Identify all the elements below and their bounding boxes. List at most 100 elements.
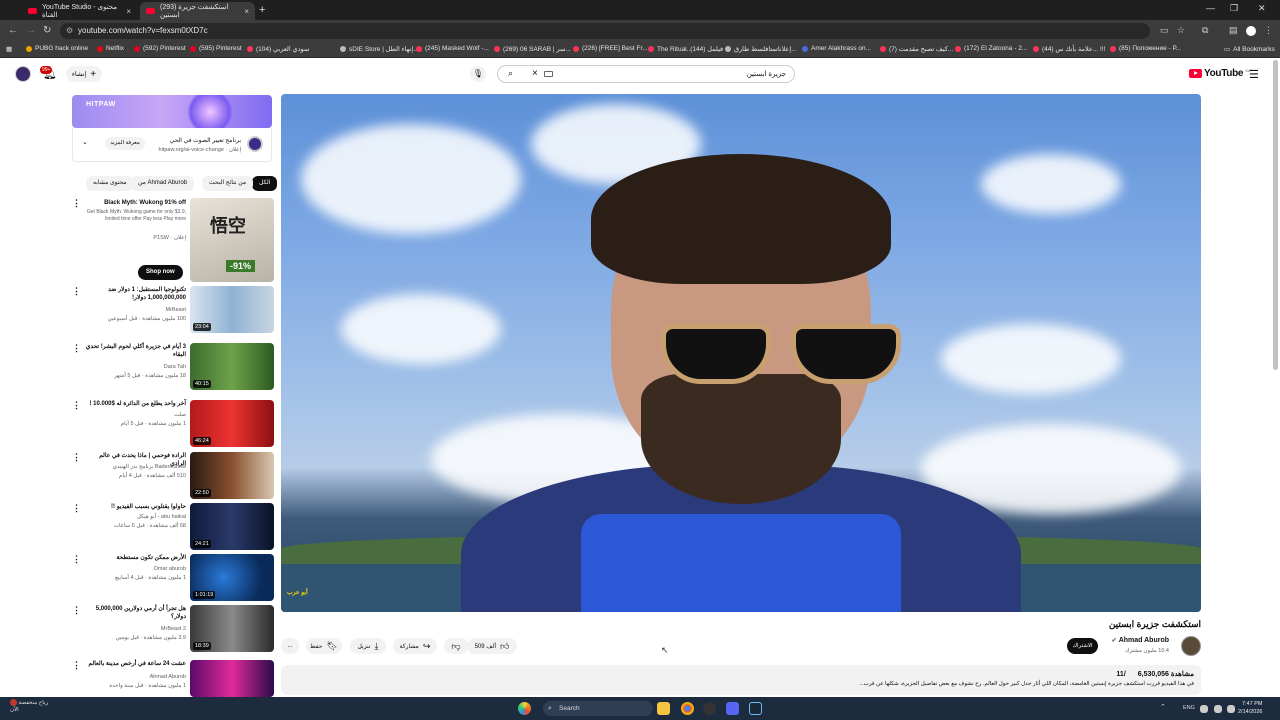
video-title[interactable]: عشت 24 ساعة في أرخص مدينة بالعالم <box>84 660 186 668</box>
clear-search-icon[interactable]: × <box>532 68 538 79</box>
video-thumbnail[interactable]: 1:01:19 <box>190 554 274 601</box>
channel-name[interactable]: MrBeast <box>166 307 186 313</box>
page-scrollbar[interactable] <box>1273 60 1278 370</box>
more-options-icon[interactable]: ⋮ <box>72 400 81 411</box>
description-box[interactable]: 11/ 6,530,056 مشاهدة في هذا الفيديو قررت… <box>281 665 1201 695</box>
bookmark-item[interactable]: (172) El Zatoona - 2... <box>955 45 1027 52</box>
like-button[interactable]: 509 ألف 👍︎ <box>467 638 517 654</box>
bookmark-item[interactable]: (7) كيف تصبح مقدمت... <box>880 45 953 53</box>
input-language[interactable]: ENG <box>1183 705 1195 711</box>
tab-current-video[interactable]: (293) استكشفت جزيرة ابستين × <box>140 2 255 20</box>
ad-banner-image[interactable]: HITPAW <box>72 95 272 128</box>
battery-icon[interactable] <box>1227 705 1235 713</box>
site-info-icon[interactable]: ⚙ <box>66 23 73 39</box>
list-item[interactable]: 23:04 ⋮ تكنولوجيا المستقبل: 1 دولار ضد 1… <box>70 286 274 334</box>
list-item[interactable]: 24:21 ⋮ حاولوا يقتلوني بسبب الفيديو !! a… <box>70 503 274 551</box>
share-button[interactable]: مشاركة ↪ <box>393 638 437 654</box>
list-item[interactable]: 18:39 ⋮ هل تجرأ أن أرمي دولارين 5,000,00… <box>70 605 274 653</box>
more-options-icon[interactable]: ⋮ <box>72 605 81 616</box>
extensions-icon[interactable]: ⧉ <box>1202 25 1208 36</box>
video-thumbnail[interactable]: 悟空 -91% <box>190 198 274 282</box>
profile-icon[interactable] <box>1246 26 1256 36</box>
dislike-button[interactable]: 👎︎ <box>444 638 468 654</box>
file-explorer-icon[interactable] <box>657 702 670 715</box>
list-item[interactable]: 46:24 ⋮ آخر واحد يطلع من الدائرة له $10.… <box>70 400 274 448</box>
video-title[interactable]: Black Myth: Wukong 91% off <box>84 199 186 207</box>
shop-now-button[interactable]: Shop now <box>138 265 183 280</box>
video-thumbnail[interactable]: 24:21 <box>190 503 274 550</box>
chip-related[interactable]: محتوى مشابه <box>86 176 134 191</box>
learn-more-button[interactable]: معرفة المزيد <box>105 137 145 150</box>
cast-icon[interactable]: ▭ <box>1160 25 1169 36</box>
start-button-icon[interactable] <box>518 702 531 715</box>
chip-from-search[interactable]: من نتائج البحث <box>202 176 254 191</box>
browser-menu-icon[interactable]: ⋮ <box>1264 25 1273 36</box>
video-thumbnail[interactable]: 23:04 <box>190 286 274 333</box>
bookmark-item[interactable]: Netflix <box>97 45 124 52</box>
bookmark-item[interactable]: (595) Pinterest <box>190 45 242 52</box>
video-title[interactable]: 3 أيام في جزيرة أكلي لحوم البشر! تحدي ال… <box>84 343 186 359</box>
youtube-logo[interactable]: YouTube SA <box>1189 68 1251 79</box>
bookmark-item[interactable]: (245) Masked Wolf -... <box>416 45 489 52</box>
chip-all[interactable]: الكل <box>252 176 278 191</box>
more-options-icon[interactable]: ⋮ <box>72 554 81 565</box>
bookmark-item[interactable]: Amer Alakhrass on... <box>802 45 871 52</box>
bookmark-item[interactable]: (44) علامة بأنك س... !!! <box>1033 45 1105 53</box>
url-field[interactable]: ⚙ youtube.com/watch?v=fexsm0tXD7c <box>60 23 1150 39</box>
video-title[interactable]: آخر واحد يطلع من الدائرة له $10.000 ! <box>84 400 186 408</box>
more-options-icon[interactable]: ⋮ <box>72 452 81 463</box>
channel-name[interactable]: Ahmad Aburob <box>150 674 186 680</box>
wifi-icon[interactable] <box>1200 705 1208 713</box>
chip-from-channel[interactable]: من Ahmad Aburob <box>131 176 195 191</box>
bookmark-item[interactable]: sDIE Store | إنهاء الطل... <box>340 45 419 53</box>
channel-name[interactable]: BadersShow برنامج بدر الهنيدي <box>113 464 186 470</box>
search-input[interactable]: ⌕ × جزيرة ابستين <box>497 65 795 83</box>
download-button[interactable]: تنزيل ⤓ <box>350 638 386 654</box>
sidebar-icon[interactable]: ▤ <box>1229 25 1238 36</box>
hamburger-menu-icon[interactable]: ☰ <box>1249 68 1259 81</box>
save-button[interactable]: حفظ 🔖︎ <box>306 638 342 654</box>
bookmark-item[interactable]: The Ritual..فيلمل (144) <box>648 45 723 53</box>
reload-icon[interactable]: ↻ <box>43 25 51 36</box>
account-avatar[interactable] <box>15 66 31 82</box>
restore-icon[interactable]: ❐ <box>1230 3 1238 14</box>
chrome-icon[interactable] <box>681 702 694 715</box>
steam-icon[interactable] <box>749 702 762 715</box>
taskbar-search[interactable]: ⌕ Search <box>543 701 653 716</box>
bookmark-item[interactable]: (592) Pinterest <box>134 45 186 52</box>
volume-icon[interactable] <box>1214 705 1222 713</box>
video-thumbnail[interactable]: 46:24 <box>190 400 274 447</box>
back-icon[interactable]: ← <box>8 25 18 36</box>
ad-list-item[interactable]: 悟空 -91% ⋮ Black Myth: Wukong 91% off Get… <box>70 198 274 282</box>
video-title[interactable]: تكنولوجيا المستقبل: 1 دولار ضد 1,000,000… <box>84 286 186 302</box>
channel-name[interactable]: ✔ Ahmad Aburob <box>1112 637 1169 644</box>
advertiser-logo[interactable] <box>247 136 263 152</box>
bookmark-item[interactable]: (226) [FREE] Best Fr... <box>573 45 648 52</box>
video-thumbnail[interactable]: 40:15 <box>190 343 274 390</box>
app-icon[interactable] <box>703 702 716 715</box>
all-bookmarks[interactable]: ▭ All Bookmarks <box>1224 45 1275 54</box>
bookmark-item[interactable]: (85) Положение - Р... <box>1110 45 1181 52</box>
list-item[interactable]: 40:15 ⋮ 3 أيام في جزيرة أكلي لحوم البشر!… <box>70 343 274 391</box>
system-tray[interactable]: ⌃ <box>1160 703 1166 711</box>
more-actions-button[interactable]: ... <box>281 638 299 654</box>
bookmark-item[interactable]: (104) سودي العربي <box>247 45 309 53</box>
bookmark-item[interactable]: (269) 06 SARAB | سر... <box>494 45 571 53</box>
voice-search-mic-icon[interactable]: 🎙︎ <box>470 66 486 82</box>
channel-name[interactable]: abu haikal - أبو هيكل <box>137 514 186 520</box>
channel-name[interactable]: MrBeast 2 <box>161 626 186 632</box>
forward-icon[interactable]: → <box>26 25 36 36</box>
list-item[interactable]: 22:50 ⋮ الرادة فوحمي | ماذا يحدث في عالم… <box>70 452 274 500</box>
subscribe-button[interactable]: الاشتراك <box>1067 638 1098 654</box>
video-title[interactable]: هل تجرأ أن أرمي دولارين 5,000,000 دولار؟ <box>84 605 186 621</box>
more-options-icon[interactable]: ⋮ <box>72 503 81 514</box>
minimize-icon[interactable]: — <box>1206 3 1215 13</box>
tab-youtube-studio[interactable]: YouTube Studio - محتوى القناة × <box>22 2 137 20</box>
video-title[interactable]: حاولوا يقتلوني بسبب الفيديو !! <box>84 503 186 511</box>
video-player[interactable]: أبو عرب <box>281 94 1201 612</box>
weather-widget[interactable]: رياح منخفضة الآن <box>10 699 48 714</box>
list-item[interactable]: 1:01:19 ⋮ الأرض ممكن تكون مستطحة Omar ab… <box>70 554 274 602</box>
more-options-icon[interactable]: ⋮ <box>72 286 81 297</box>
list-item[interactable]: ⋮ عشت 24 ساعة في أرخص مدينة بالعالم Ahma… <box>70 660 274 697</box>
close-tab-icon[interactable]: × <box>126 7 131 16</box>
